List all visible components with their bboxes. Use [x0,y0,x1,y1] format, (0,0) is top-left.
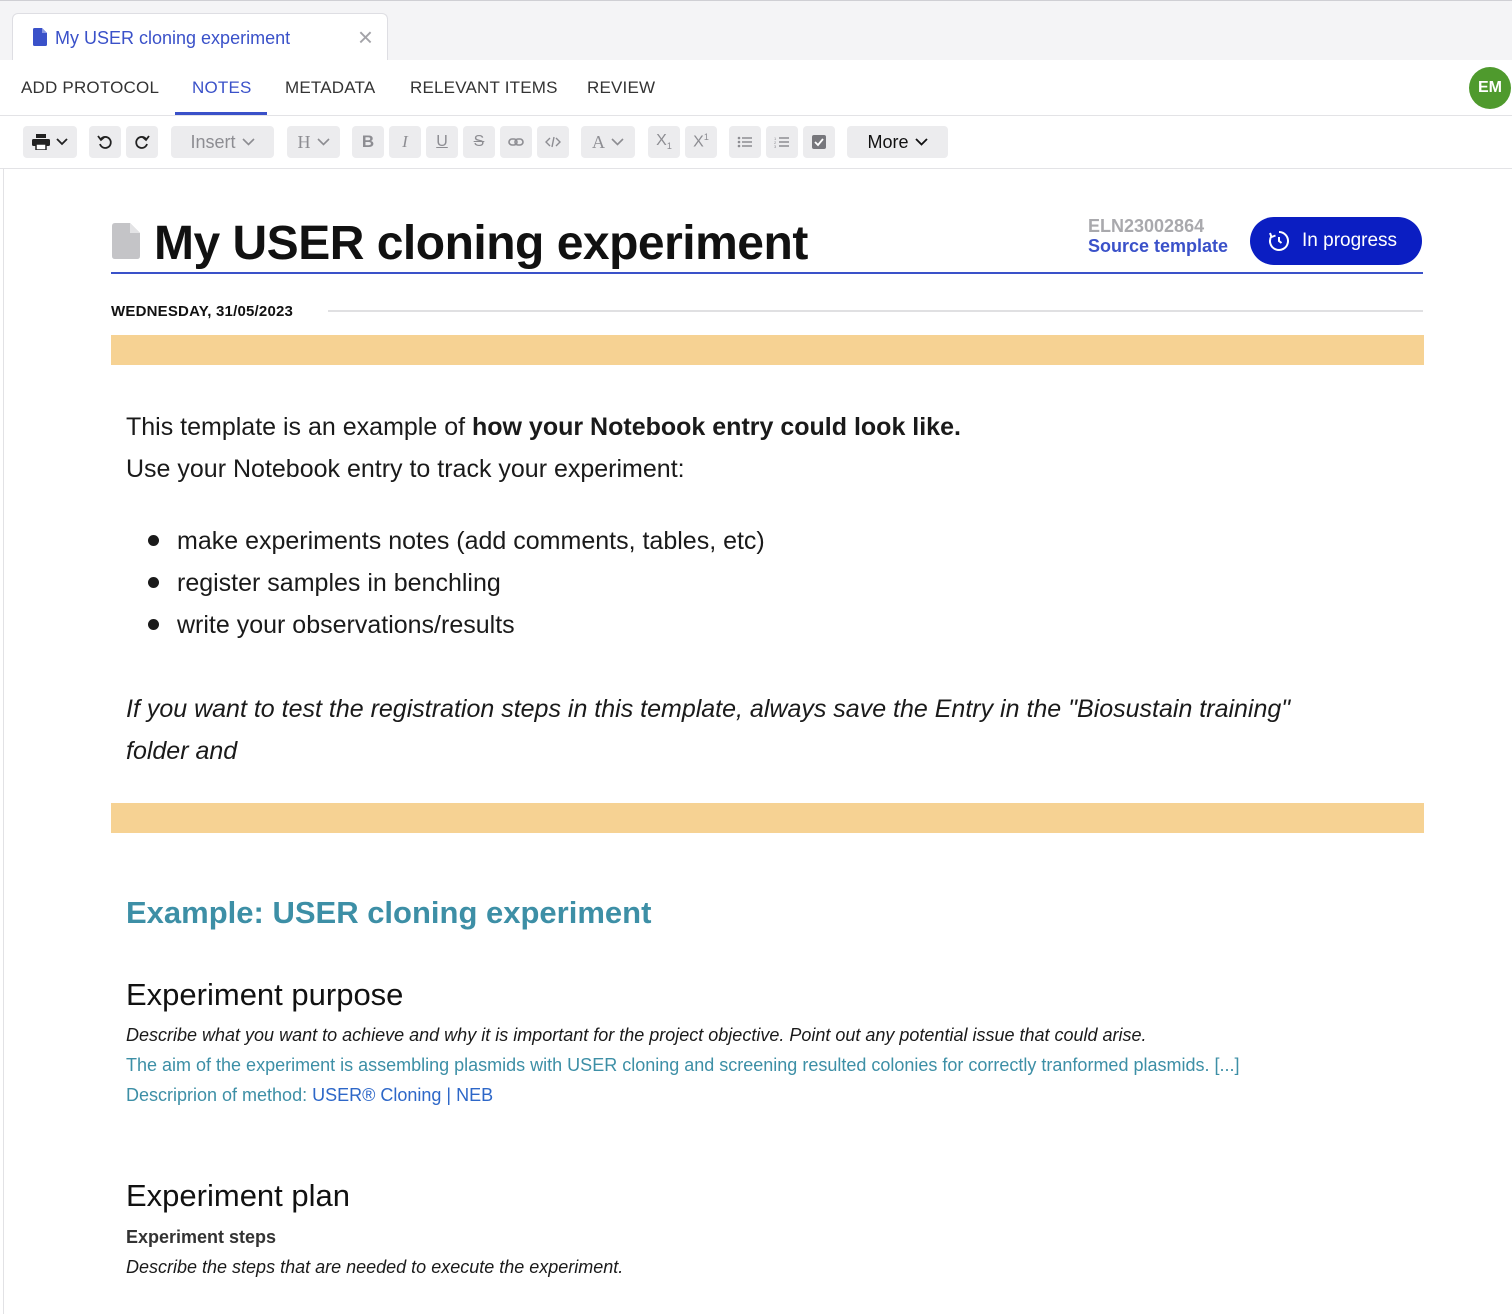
superscript-icon: X1 [693,132,709,151]
heading-dropdown[interactable]: H [287,126,340,158]
intro-prefix: This template is an example of [126,413,472,441]
progress-icon [1269,231,1289,251]
more-dropdown[interactable]: More [847,126,948,158]
font-color-label: A [592,131,605,152]
document-tab-title: My USER cloning experiment [55,28,291,48]
superscript-button[interactable]: X1 [685,126,717,158]
steps-description: Describe the steps that are needed to ex… [126,1257,624,1277]
avatar[interactable]: EM [1469,67,1511,109]
bold-button[interactable]: B [352,126,384,158]
plan-heading: Experiment plan [126,1178,351,1213]
strikethrough-button[interactable]: S [463,126,495,158]
tab-metadata[interactable]: METADATA [285,78,375,98]
chevron-down-icon [241,138,255,146]
subscript-button[interactable]: X1 [648,126,680,158]
list-item: register samples in benchling [148,569,501,598]
italic-icon: I [402,132,408,151]
numbered-list-icon: 123 [774,136,789,148]
bold-icon: B [361,132,375,151]
intro-line-1: This template is an example of how your … [126,413,961,442]
font-color-dropdown[interactable]: A [581,126,635,158]
tab-review[interactable]: REVIEW [587,78,655,98]
highlight-band [111,803,1424,833]
entry-id: ELN23002864 [1088,216,1205,236]
bullet-list-icon [737,136,752,148]
underline-icon: U [436,133,448,150]
link-icon [508,138,524,146]
bullet-list-button[interactable] [729,126,761,158]
date-divider [328,310,1423,312]
tab-add-protocol[interactable]: ADD PROTOCOL [21,78,159,98]
heading-label: H [297,131,311,152]
active-tab-indicator [175,112,267,115]
entry-date: WEDNESDAY, 31/05/2023 [111,303,294,320]
purpose-description: Describe what you want to achieve and wh… [126,1025,1147,1045]
section-heading: Example: USER cloning experiment [126,895,652,930]
print-button[interactable] [23,126,77,158]
document-icon [33,28,47,51]
redo-icon [135,135,150,149]
checkbox-icon [812,135,826,149]
title-underline [111,272,1423,274]
italic-button[interactable]: I [389,126,421,158]
intro-bold: how your Notebook entry could look like. [472,413,961,441]
bullet-dot [148,534,159,546]
method-link[interactable]: USER® Cloning | NEB [312,1085,493,1105]
checkbox-button[interactable] [803,126,835,158]
method-line: Descriprion of method: USER® Cloning | N… [126,1085,493,1106]
link-button[interactable] [500,126,532,158]
document-icon [112,223,140,264]
intro-line-2: Use your Notebook entry to track your ex… [126,455,685,483]
numbered-list-button[interactable]: 123 [766,126,798,158]
underline-button[interactable]: U [426,126,458,158]
note-line-2: folder and [126,737,238,765]
purpose-aim: The aim of the experiment is assembling … [126,1055,1240,1075]
tab-notes[interactable]: NOTES [192,78,252,98]
chevron-down-icon [56,138,68,146]
editor-toolbar: Insert H B I U S A X1 X1 123 More [0,116,1512,169]
notes-editor[interactable]: My USER cloning experiment ELN23002864 S… [0,168,1512,1314]
code-button[interactable] [537,126,569,158]
insert-dropdown[interactable]: Insert [171,126,274,158]
insert-label: Insert [190,131,236,152]
more-label: More [867,131,909,152]
source-template-link[interactable]: Source template [1088,236,1228,257]
chevron-down-icon [316,138,330,146]
tab-relevant-items[interactable]: RELEVANT ITEMS [410,78,558,98]
steps-heading: Experiment steps [126,1227,277,1247]
list-item: make experiments notes (add comments, ta… [148,527,765,556]
highlight-band [111,335,1424,365]
note-line-1: If you want to test the registration ste… [126,695,1291,723]
tab-strip: My USER cloning experiment × [0,0,1512,61]
list-item-text: register samples in benchling [177,569,501,597]
list-item-text: write your observations/results [177,611,515,639]
code-icon [545,136,561,148]
undo-icon [97,135,112,149]
chevron-down-icon [914,138,928,146]
undo-button[interactable] [89,126,121,158]
list-item: write your observations/results [148,611,515,640]
status-button[interactable]: In progress [1250,217,1422,265]
list-item-text: make experiments notes (add comments, ta… [177,527,765,555]
redo-button[interactable] [126,126,158,158]
subscript-icon: X1 [656,132,672,152]
entry-nav: ADD PROTOCOL NOTES METADATA RELEVANT ITE… [0,60,1512,116]
method-prefix: Descriprion of method: [126,1085,313,1105]
svg-text:3: 3 [774,144,777,148]
print-icon [32,134,50,150]
close-tab-icon[interactable]: × [358,24,373,50]
strikethrough-icon: S [473,133,485,150]
purpose-heading: Experiment purpose [126,977,404,1012]
bullet-dot [148,576,159,588]
document-tab[interactable]: My USER cloning experiment × [12,13,388,61]
chevron-down-icon [611,138,624,146]
page-title[interactable]: My USER cloning experiment [154,216,808,271]
status-label: In progress [1302,230,1398,251]
bullet-dot [148,618,159,630]
